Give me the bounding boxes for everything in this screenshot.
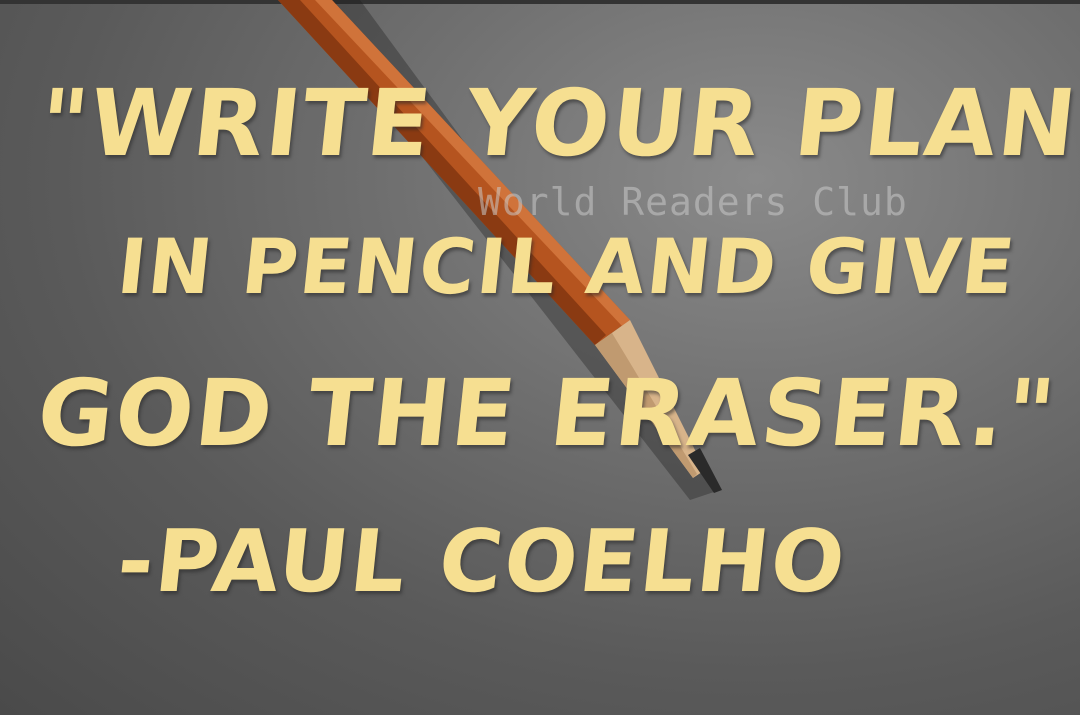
quote-line-2: in pencil and give — [113, 222, 1021, 311]
quote-image: "Write your plans World Readers Club in … — [0, 0, 1080, 715]
watermark: World Readers Club — [478, 180, 908, 224]
quote-line-3: God the eraser." — [32, 360, 1062, 467]
quote-author: -Paul Coelho — [112, 512, 852, 612]
quote-line-1: "Write your plans — [34, 70, 1080, 177]
